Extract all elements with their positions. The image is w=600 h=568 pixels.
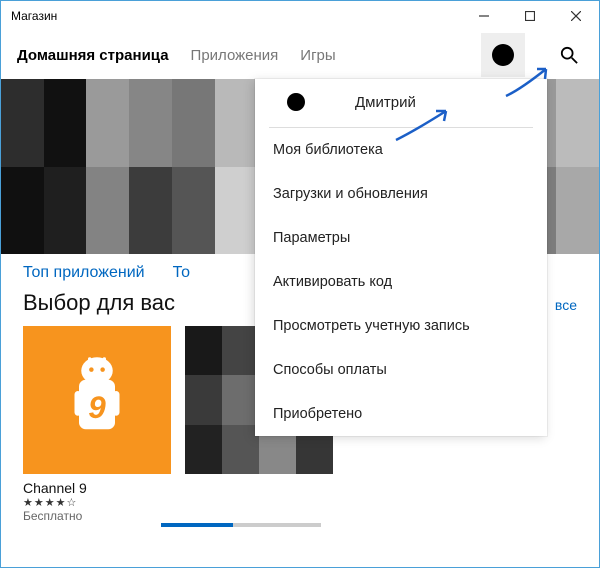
annotation-arrow <box>391 105 461 145</box>
progress-fill <box>161 523 233 527</box>
search-icon <box>560 46 578 64</box>
window-title: Магазин <box>11 9 461 23</box>
menu-downloads-updates[interactable]: Загрузки и обновления <box>255 172 547 216</box>
menu-payment-methods[interactable]: Способы оплаты <box>255 348 547 392</box>
titlebar: Магазин <box>1 1 599 31</box>
maximize-button[interactable] <box>507 1 553 31</box>
close-button[interactable] <box>553 1 599 31</box>
menu-view-account[interactable]: Просмотреть учетную запись <box>255 304 547 348</box>
minimize-button[interactable] <box>461 1 507 31</box>
channel9-icon: 9 <box>62 355 132 445</box>
progress-bar <box>161 523 321 527</box>
menu-redeem-code[interactable]: Активировать код <box>255 260 547 304</box>
tab-apps[interactable]: Приложения <box>191 47 279 64</box>
app-price: Бесплатно <box>23 509 171 523</box>
app-rating: ★★★★☆ <box>23 496 171 509</box>
section-tab-partial[interactable]: То <box>173 264 190 282</box>
menu-settings[interactable]: Параметры <box>255 216 547 260</box>
see-all-link[interactable]: все <box>555 297 577 313</box>
menu-purchased[interactable]: Приобретено <box>255 392 547 436</box>
annotation-arrow <box>501 61 561 101</box>
app-title: Channel 9 <box>23 480 171 496</box>
svg-text:9: 9 <box>88 389 106 425</box>
app-thumbnail: 9 <box>23 326 171 474</box>
tab-home[interactable]: Домашняя страница <box>17 47 169 64</box>
avatar-icon <box>287 93 305 111</box>
tab-games[interactable]: Игры <box>300 47 335 64</box>
section-tab-top-apps[interactable]: Топ приложений <box>23 264 145 282</box>
app-card[interactable]: 9 Channel 9 ★★★★☆ Бесплатно <box>23 326 171 523</box>
window-controls <box>461 1 599 31</box>
